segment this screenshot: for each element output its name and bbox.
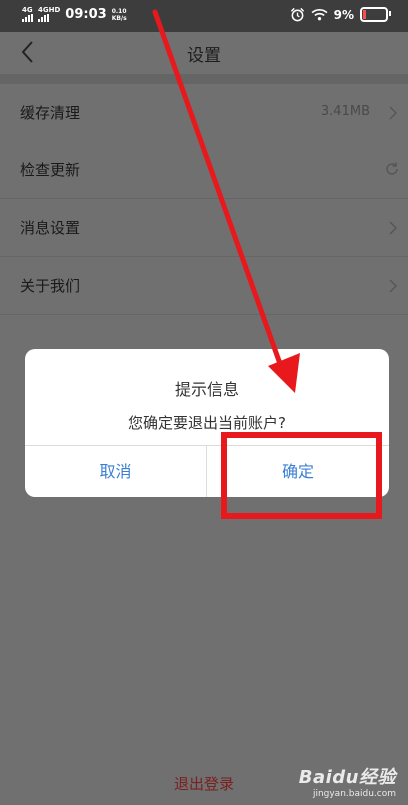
- watermark-logo: Baidu经验: [298, 767, 396, 788]
- update-label: 检查更新: [20, 161, 81, 179]
- alarm-icon: [290, 7, 304, 22]
- clock: 09:03: [65, 7, 107, 22]
- cancel-button[interactable]: 取消: [25, 446, 206, 497]
- chevron-right-icon: [389, 221, 397, 235]
- refresh-icon: [386, 162, 398, 175]
- battery-icon: [360, 7, 391, 22]
- page-title: 设置: [187, 46, 221, 66]
- network-speed: 0.10 KB/s: [112, 8, 127, 22]
- signal-icon-1: 4G: [22, 7, 33, 22]
- speed-value: 0.10: [111, 7, 127, 15]
- signal-icon-2: 4GHD: [38, 7, 60, 22]
- cache-label: 缓存清理: [20, 104, 81, 122]
- status-left: 4G 4GHD 09:03 0.10 KB/s: [22, 7, 127, 22]
- network-type-2: 4GHD: [38, 6, 61, 14]
- baidu-watermark: Baidu经验 jingyan.baidu.com: [299, 763, 396, 799]
- dialog-title: 提示信息: [174, 380, 239, 399]
- about-label: 关于我们: [20, 277, 81, 295]
- wifi-icon: [311, 8, 328, 21]
- settings-item-about[interactable]: 关于我们: [0, 257, 408, 315]
- notifications-label: 消息设置: [20, 219, 81, 237]
- chevron-right-icon: [389, 106, 397, 120]
- settings-item-notifications[interactable]: 消息设置: [0, 199, 408, 257]
- chevron-right-icon: [389, 279, 397, 293]
- confirm-button[interactable]: 确定: [207, 446, 389, 497]
- dialog-message: 您确定要退出当前账户?: [128, 414, 286, 432]
- settings-item-update[interactable]: 检查更新: [0, 141, 408, 199]
- battery-percent: 9%: [333, 7, 354, 22]
- status-right: 9%: [290, 7, 391, 22]
- header-bar: 设置: [0, 32, 408, 74]
- status-bar: 4G 4GHD 09:03 0.10 KB/s 9%: [0, 0, 408, 32]
- speed-unit: KB/s: [111, 14, 127, 22]
- section-divider: [0, 74, 408, 84]
- settings-item-cache[interactable]: 缓存清理 3.41MB: [0, 84, 408, 142]
- settings-screen: 4G 4GHD 09:03 0.10 KB/s 9% 设置 缓存清理 3.41M…: [0, 0, 408, 805]
- watermark-url: jingyan.baidu.com: [312, 789, 396, 799]
- confirm-logout-dialog: 提示信息 您确定要退出当前账户? 取消 确定: [25, 349, 389, 497]
- cache-size-value: 3.41MB: [320, 104, 370, 119]
- network-type-1: 4G: [22, 6, 33, 14]
